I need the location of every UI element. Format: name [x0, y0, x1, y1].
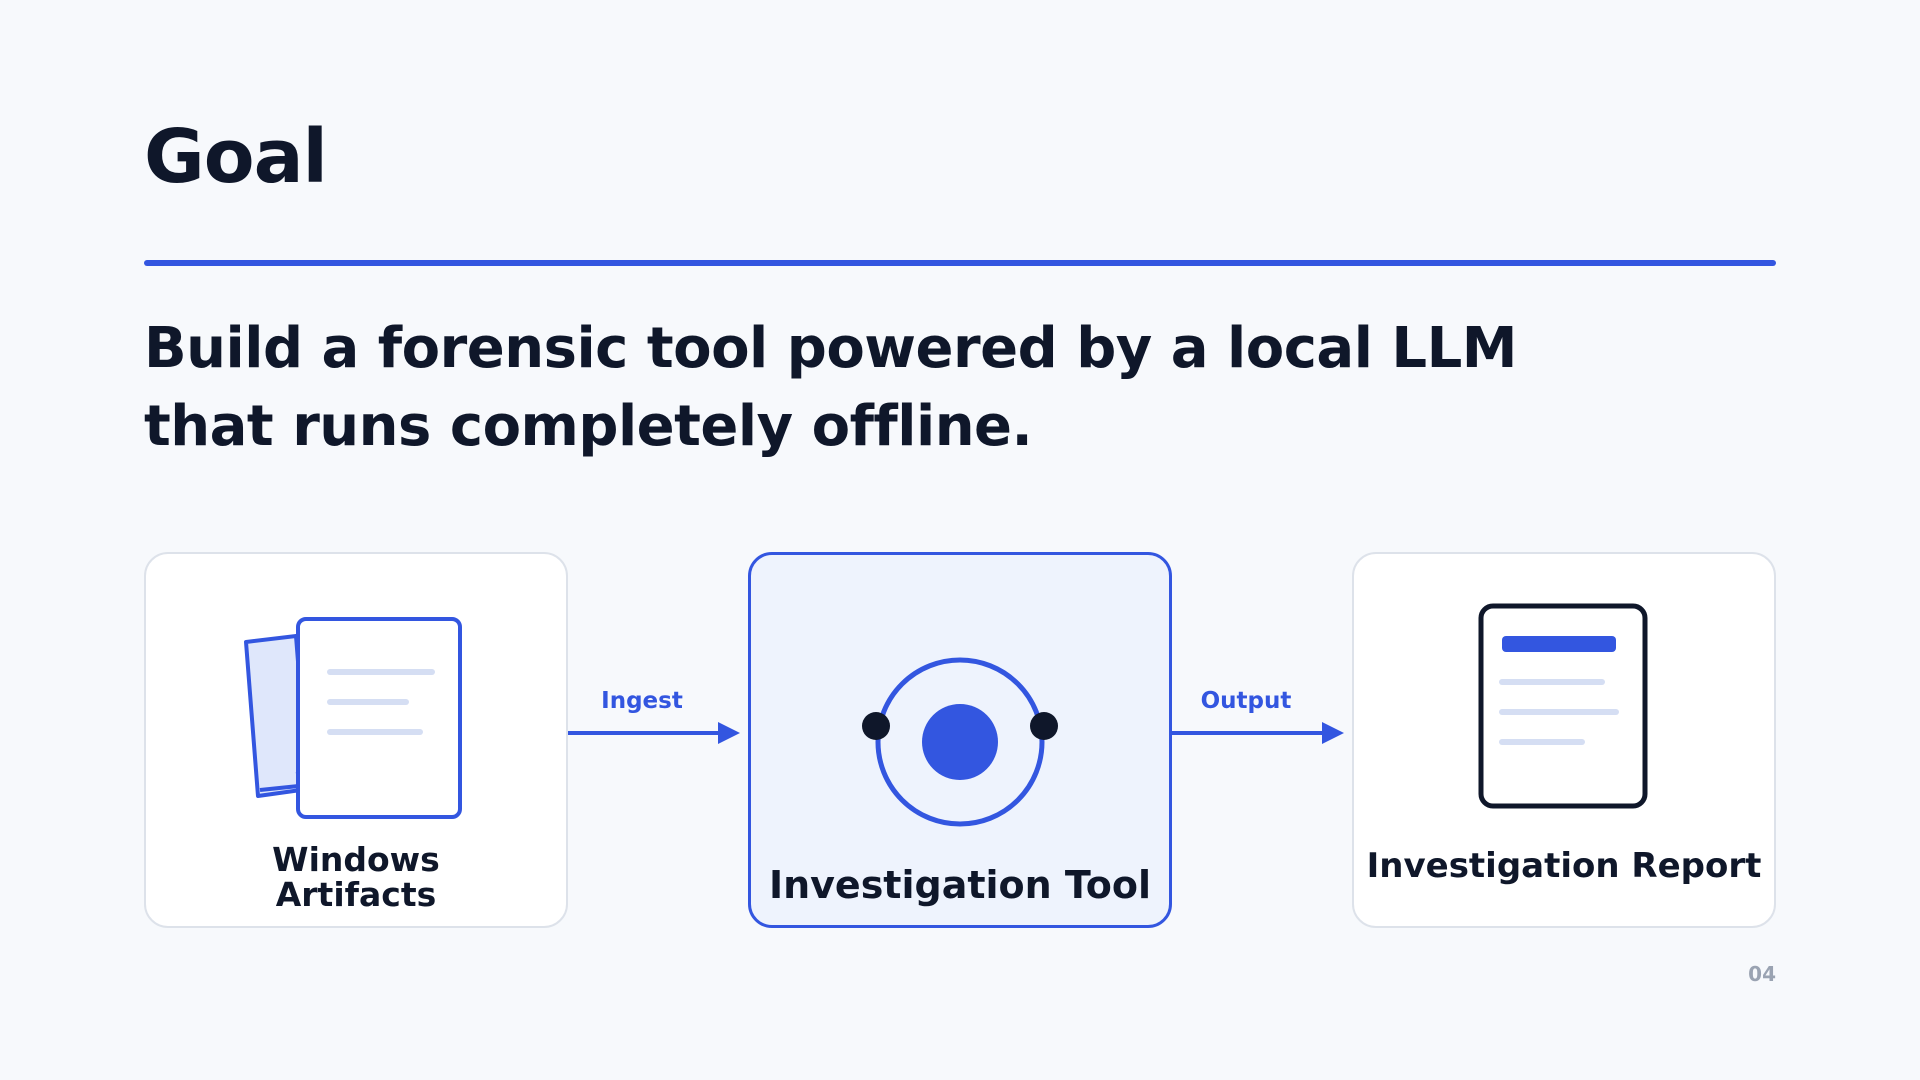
output-arrow: [1172, 722, 1344, 744]
page-number: 04: [1748, 962, 1776, 986]
documents-icon: [244, 617, 462, 819]
investigation-report-card: Investigation Report: [1352, 552, 1776, 928]
windows-artifacts-label-line-2: Artifacts: [275, 875, 437, 914]
windows-artifacts-card: Windows Artifacts: [144, 552, 568, 928]
report-icon: [1478, 603, 1648, 809]
ingest-arrow: [568, 722, 740, 744]
investigation-report-label: Investigation Report: [1366, 846, 1762, 886]
investigation-tool-label: Investigation Tool: [768, 863, 1152, 907]
output-connector: Output: [1172, 680, 1350, 760]
investigation-tool-card: Investigation Tool: [748, 552, 1172, 928]
title-divider: [144, 260, 1776, 266]
slide-title: Goal: [144, 114, 328, 200]
llm-core-icon: [862, 657, 1058, 827]
goal-statement-line-1: Build a forensic tool powered by a local…: [144, 316, 1518, 381]
goal-statement: Build a forensic tool powered by a local…: [144, 310, 1644, 466]
windows-artifacts-label-line-1: Windows: [272, 840, 440, 879]
windows-artifacts-label: Windows Artifacts: [146, 842, 566, 912]
ingest-connector: Ingest: [568, 680, 746, 760]
slide: Goal Build a forensic tool powered by a …: [0, 0, 1920, 1080]
goal-statement-line-2: that runs completely offline.: [144, 394, 1033, 459]
